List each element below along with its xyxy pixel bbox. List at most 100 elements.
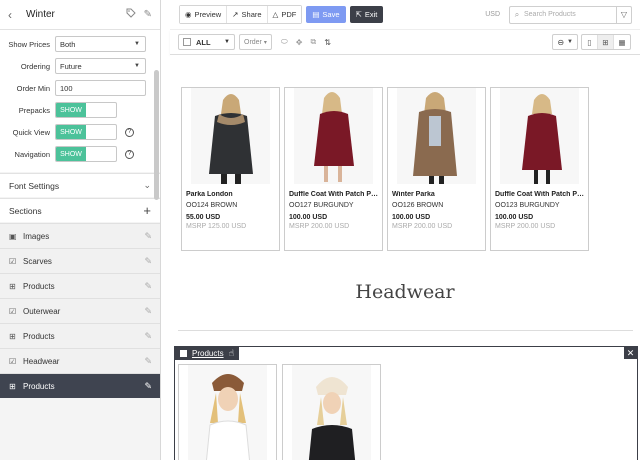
product-image — [397, 88, 476, 184]
product-card[interactable]: Duffle Coat With Patch Po... OO123 BURGU… — [490, 87, 589, 251]
select-value: Both — [60, 39, 76, 49]
pencil-icon[interactable]: ✎ — [144, 281, 152, 292]
pencil-icon[interactable]: ✎ — [144, 356, 152, 367]
product-name: Duffle Coat With Patch Po... — [495, 191, 587, 198]
share-button[interactable]: ↗ Share — [227, 6, 268, 23]
view-switcher: ▯ ⊞ ▦ — [581, 34, 631, 50]
product-card[interactable]: Parka London OO124 BROWN 55.00 USD MSRP … — [181, 87, 280, 251]
section-item-images[interactable]: ▣ Images ✎ — [0, 223, 160, 248]
section-item-headwear[interactable]: ☑ Headwear ✎ — [0, 348, 160, 373]
section-item-products-active[interactable]: ⊞ Products ✎ — [0, 373, 160, 398]
section-item-scarves[interactable]: ☑ Scarves ✎ — [0, 248, 160, 273]
select-all-label: ALL — [196, 37, 211, 47]
section-item-products[interactable]: ⊞ Products ✎ — [0, 323, 160, 348]
pdf-button[interactable]: △ PDF — [267, 6, 302, 23]
exit-icon: ⇱ — [355, 10, 362, 19]
pdf-label: PDF — [281, 10, 297, 19]
section-item-label: Products — [23, 331, 55, 341]
pencil-icon[interactable]: ✎ — [144, 306, 152, 317]
sidebar-scrollbar[interactable] — [154, 70, 159, 200]
product-msrp: MSRP 125.00 USD — [186, 223, 247, 230]
catalog-title: Winter — [26, 9, 55, 20]
sort-icon[interactable]: ⇅ — [324, 38, 331, 47]
product-card[interactable] — [282, 364, 381, 460]
caret-down-icon: ▼ — [567, 39, 573, 45]
caret-down-icon: ▼ — [224, 39, 230, 45]
setting-quick-view: Quick View SHOW ? — [0, 121, 160, 143]
add-section-icon[interactable]: + — [143, 203, 151, 218]
setting-ordering: Ordering Future ▼ — [0, 55, 160, 77]
select-all-dropdown[interactable]: ALL ▼ — [178, 34, 235, 50]
product-price: 100.00 USD — [289, 214, 328, 221]
save-button[interactable]: ▤ Save — [306, 6, 346, 23]
product-card[interactable] — [178, 364, 277, 460]
help-icon[interactable]: ? — [125, 149, 134, 159]
product-price: 100.00 USD — [392, 214, 431, 221]
ordering-select[interactable]: Future ▼ — [55, 58, 146, 74]
copy-icon[interactable]: ⧉ — [310, 37, 316, 47]
order-label: Order — [244, 38, 262, 46]
product-name: Parka London — [186, 191, 233, 198]
canvas-toolbar: ALL ▼ Order ▾ ⬭ ✥ ⧉ ⇅ ⊖ ▼ ▯ ⊞ ▦ — [170, 30, 640, 55]
sidebar-header: ‹ Winter ✎ — [0, 0, 160, 30]
select-all-checkbox[interactable] — [183, 38, 191, 46]
pencil-icon[interactable]: ✎ — [144, 9, 152, 20]
setting-label: Navigation — [14, 149, 50, 159]
preview-button[interactable]: ◉ Preview — [180, 6, 228, 23]
pencil-icon[interactable]: ✎ — [144, 331, 152, 342]
search-box[interactable]: ⌕ Search Products ▽ — [509, 5, 632, 24]
pencil-icon[interactable]: ✎ — [144, 381, 152, 392]
section-list: ▣ Images ✎ ☑ Scarves ✎ ⊞ Products ✎ ☑ Ou… — [0, 223, 160, 398]
order-min-input[interactable]: 100 — [55, 80, 146, 96]
exit-button[interactable]: ⇱ Exit — [349, 6, 384, 23]
pencil-icon[interactable]: ✎ — [144, 256, 152, 267]
sections-label: Sections — [9, 205, 42, 216]
toggle-on-label: SHOW — [56, 103, 86, 117]
product-card[interactable]: Winter Parka OO126 BROWN 100.00 USD MSRP… — [387, 87, 486, 251]
product-code: OO123 BURGUNDY — [495, 202, 560, 209]
navigation-toggle[interactable]: SHOW — [55, 146, 117, 162]
setting-navigation: Navigation SHOW ? — [0, 143, 160, 165]
close-icon[interactable]: ✕ — [624, 347, 637, 359]
section-title: Headwear — [355, 281, 455, 303]
chevron-down-icon: ⌄ — [143, 180, 151, 190]
help-icon[interactable]: ? — [125, 127, 134, 137]
exit-label: Exit — [364, 10, 378, 19]
selected-products-block[interactable]: Products ☝ ✕ — [174, 346, 638, 460]
zoom-icon: ⊖ — [557, 37, 565, 47]
grid-view-icon[interactable]: ⊞ — [598, 35, 614, 49]
table-view-icon[interactable]: ▦ — [614, 35, 630, 49]
product-card[interactable]: Duffle Coat With Patch Po... OO127 BURGU… — [284, 87, 383, 251]
prepacks-toggle[interactable]: SHOW — [55, 102, 117, 118]
product-name: Winter Parka — [392, 191, 435, 198]
quick-view-toggle[interactable]: SHOW — [55, 124, 117, 140]
mobile-view-icon[interactable]: ▯ — [582, 35, 598, 49]
hand-cursor-icon: ☝ — [228, 348, 235, 358]
pencil-icon[interactable]: ✎ — [144, 231, 152, 242]
share-label: Share — [241, 10, 262, 19]
section-item-label: Headwear — [23, 356, 60, 366]
move-icon[interactable]: ✥ — [296, 38, 303, 47]
tag-icon[interactable] — [126, 8, 136, 21]
product-price: 100.00 USD — [495, 214, 534, 221]
show-prices-select[interactable]: Both ▼ — [55, 36, 146, 52]
filter-icon[interactable]: ▽ — [616, 6, 631, 23]
block-label-tag[interactable]: Products ☝ — [175, 347, 240, 360]
pdf-icon: △ — [272, 10, 279, 19]
section-item-label: Images — [23, 231, 50, 241]
caret-down-icon: ▼ — [134, 63, 140, 69]
order-dropdown[interactable]: Order ▾ — [239, 34, 272, 50]
back-arrow-icon[interactable]: ‹ — [8, 8, 22, 22]
tag-icon[interactable]: ⬭ — [281, 37, 288, 47]
select-value: Future — [60, 61, 82, 71]
product-msrp: MSRP 200.00 USD — [495, 223, 556, 230]
section-item-label: Products — [23, 281, 55, 291]
zoom-dropdown[interactable]: ⊖ ▼ — [552, 34, 578, 50]
share-icon: ↗ — [232, 10, 239, 19]
block-label-link[interactable]: Products — [192, 349, 224, 358]
font-settings-header[interactable]: Font Settings ⌄ — [0, 173, 160, 197]
search-input[interactable]: Search Products — [524, 11, 616, 18]
section-item-products[interactable]: ⊞ Products ✎ — [0, 273, 160, 298]
section-item-outerwear[interactable]: ☑ Outerwear ✎ — [0, 298, 160, 323]
block-checkbox[interactable] — [180, 350, 187, 357]
